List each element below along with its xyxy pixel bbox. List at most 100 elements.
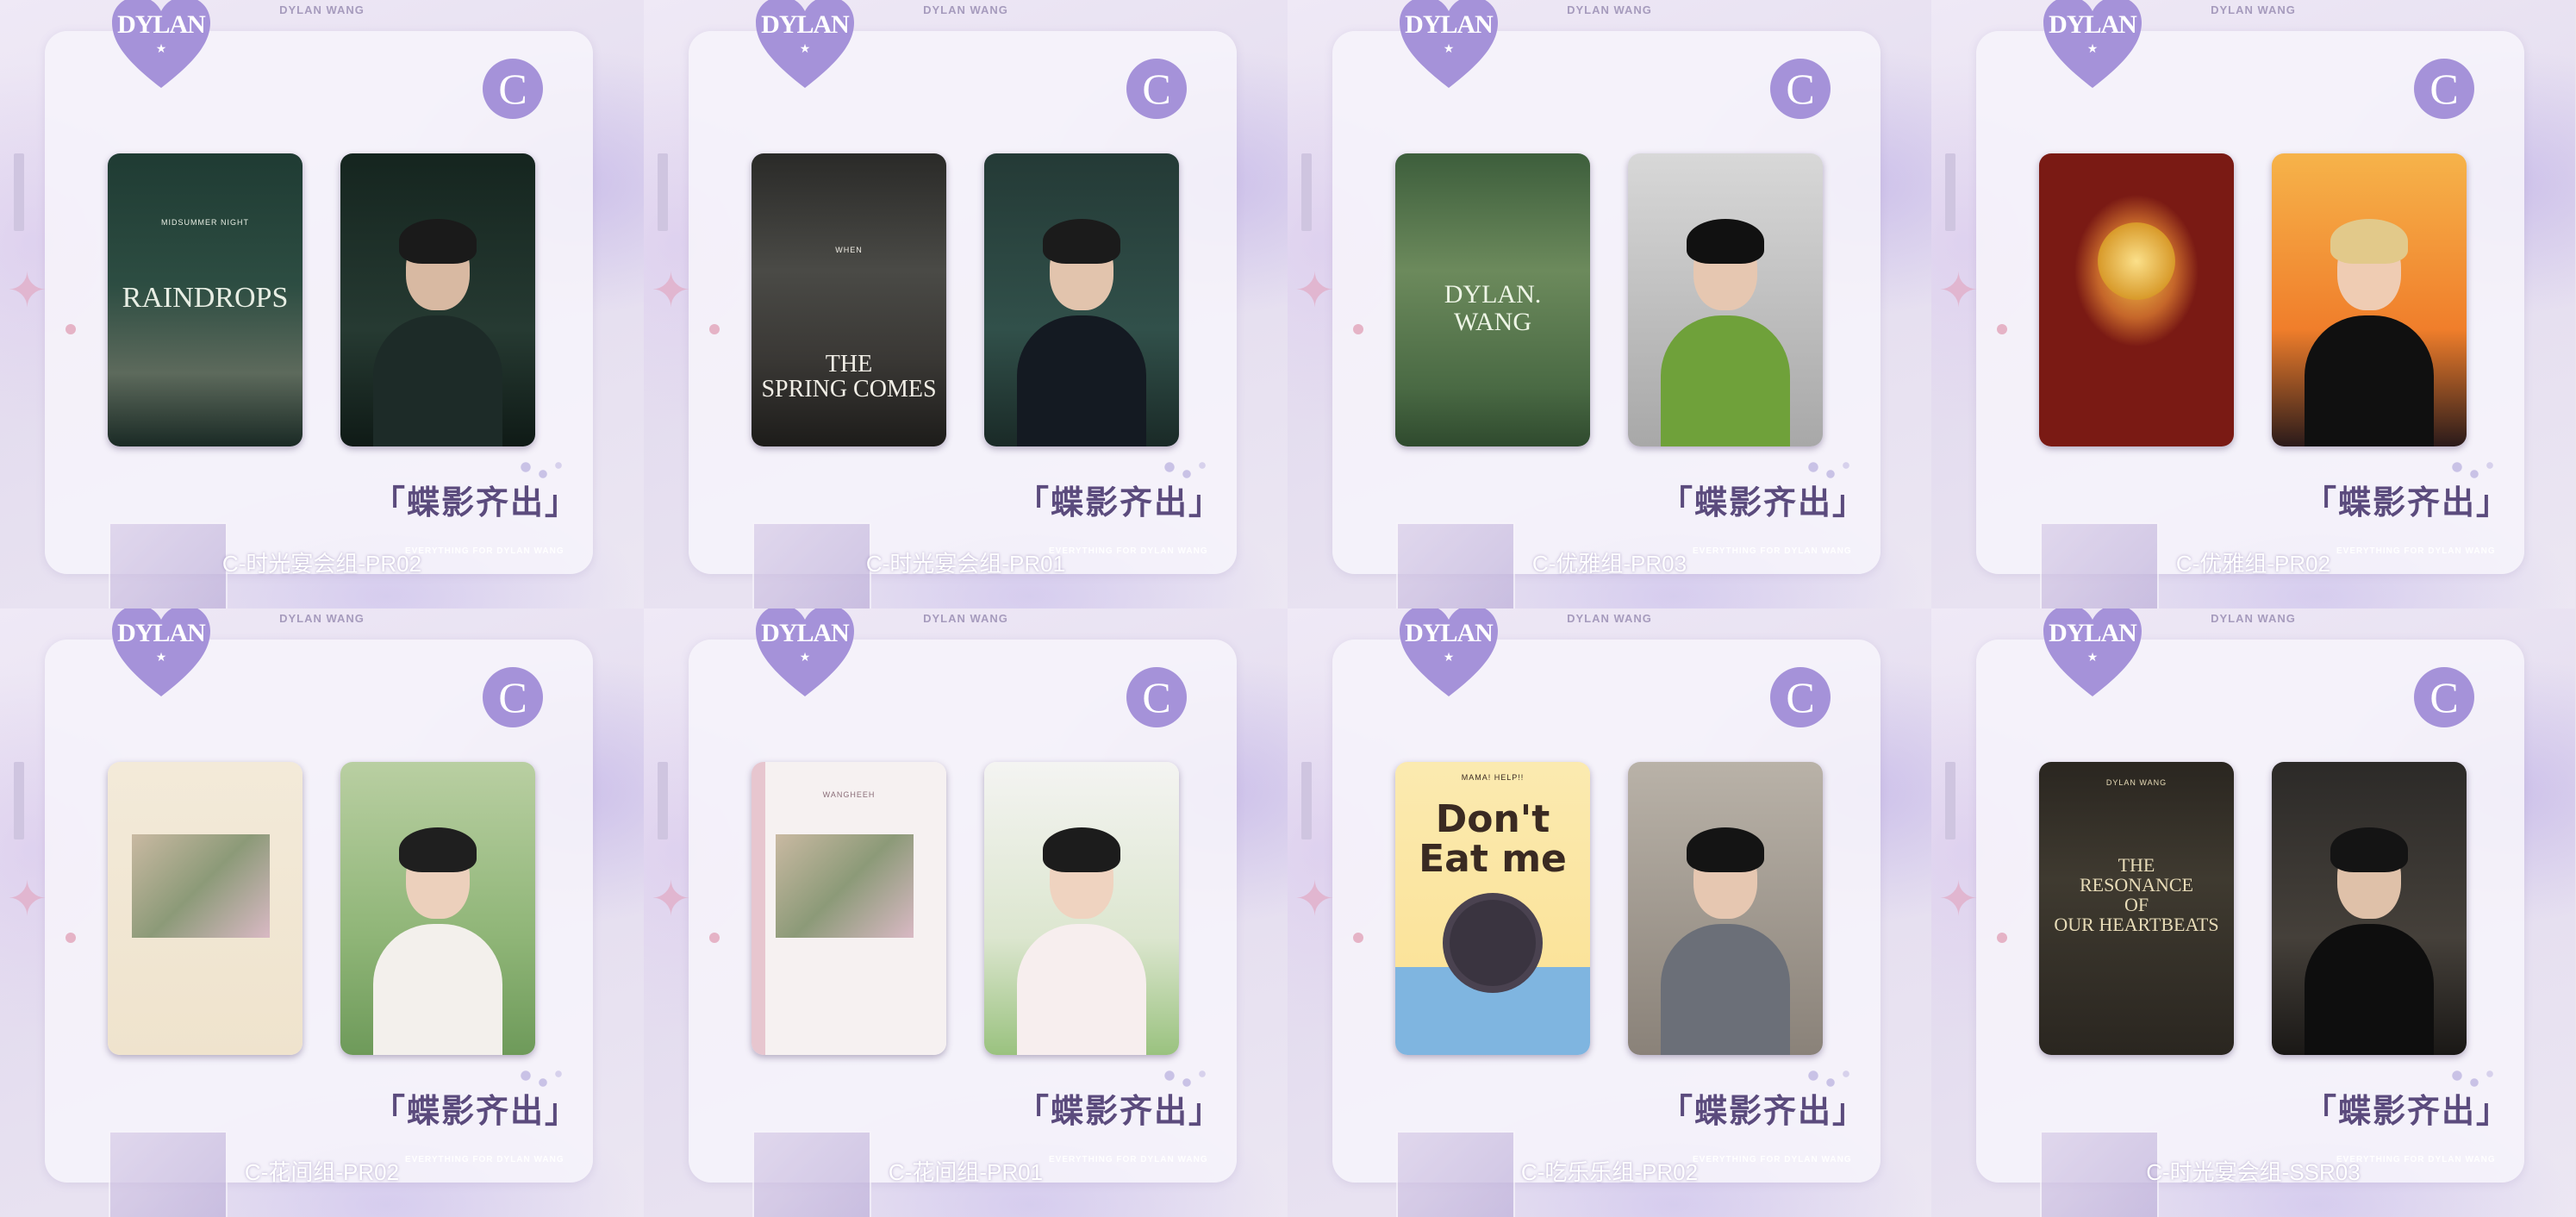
photocard-front: MIDSUMMER NIGHT RAINDROPS (108, 153, 303, 446)
portrait-body (1661, 924, 1790, 1055)
pink-dot (709, 324, 720, 334)
star-icon: ★ (2086, 41, 2099, 55)
dylan-heart-badge: DYLAN ★ (754, 0, 856, 91)
top-brand-text: DYLAN WANG (1567, 3, 1652, 16)
card-panel: DYLAN WANG ✦ DYLAN ★ C DYLAN WANG THE RESONANC… (1931, 608, 2575, 1217)
card-subtitle: MIDSUMMER NIGHT (161, 218, 249, 227)
side-label-strip (658, 153, 668, 231)
star-icon: ★ (1443, 650, 1455, 664)
dylan-heart-badge: DYLAN ★ (2042, 608, 2143, 700)
photocard-portrait (1628, 762, 1823, 1055)
sparkle-icon: ✦ (651, 263, 691, 317)
card-panel: DYLAN WANG ✦ DYLAN ★ C MIDSUMMER NIGHT RAINDRO… (0, 0, 644, 608)
heart-badge-text: DYLAN (1405, 619, 1494, 647)
top-brand-text: DYLAN WANG (923, 3, 1008, 16)
card-panel: DYLAN WANG ✦ DYLAN ★ C DYLAN. WANG 「蝶影齐出」 EVERY… (1288, 0, 1931, 608)
rank-badge: C (483, 59, 543, 119)
card-title: Don't Eat me (1419, 797, 1567, 882)
flower-photo (776, 834, 914, 938)
dylan-heart-badge: DYLAN ★ (2042, 0, 2143, 91)
portrait-body (1661, 315, 1790, 446)
card-title: RAINDROPS (122, 282, 289, 314)
dylan-heart-badge: DYLAN ★ (110, 608, 212, 700)
top-brand-text: DYLAN WANG (1567, 612, 1652, 625)
portrait-figure (373, 214, 502, 446)
photocard-portrait (2272, 762, 2467, 1055)
card-subtitle: WHEN (835, 246, 863, 254)
card-title: DYLAN. WANG (1444, 280, 1542, 336)
calligraphy-title: 「蝶影齐出」 (1660, 1091, 1868, 1130)
cookie-character (1450, 900, 1536, 986)
heart-badge-text: DYLAN (2049, 619, 2137, 647)
star-icon: ★ (155, 650, 167, 664)
panel-caption: C-花间组-PR01 (888, 1159, 1044, 1185)
photocard-front (108, 762, 303, 1055)
portrait-body (2305, 924, 2434, 1055)
heart-badge-text: DYLAN (2049, 10, 2137, 39)
side-label-strip (14, 762, 24, 839)
portrait-figure (1661, 822, 1790, 1055)
panel-caption: C-吃乐乐组-PR02 (1520, 1159, 1699, 1185)
portrait-hair (1687, 219, 1764, 264)
panel-caption: C-时光宴会组-PR01 (865, 551, 1066, 577)
dylan-heart-badge: DYLAN ★ (1398, 0, 1500, 91)
portrait-hair (1687, 827, 1764, 872)
rank-badge: C (2414, 59, 2474, 119)
photocard-portrait (340, 153, 535, 446)
portrait-figure (1017, 822, 1146, 1055)
side-label-strip (1301, 762, 1312, 839)
photocard-front: DYLAN WANG THE RESONANCE OF OUR HEARTBEAT… (2039, 762, 2234, 1055)
star-icon: ★ (799, 41, 811, 55)
photocard-front (2039, 153, 2234, 446)
photocard-portrait (984, 153, 1179, 446)
card-panel: DYLAN WANG ✦ DYLAN ★ C 「蝶影齐出」 EVERYTHING FOR D… (0, 608, 644, 1217)
rank-badge: C (1126, 667, 1187, 727)
dylan-heart-badge: DYLAN ★ (754, 608, 856, 700)
portrait-hair (1043, 219, 1120, 264)
card-subtitle: MAMA! HELP!! (1461, 773, 1525, 782)
calligraphy-title: 「蝶影齐出」 (372, 1091, 580, 1130)
portrait-hair (399, 827, 477, 872)
rank-badge: C (1126, 59, 1187, 119)
portrait-figure (373, 822, 502, 1055)
panel-caption: C-优雅组-PR03 (1531, 551, 1687, 577)
dylan-heart-badge: DYLAN ★ (1398, 608, 1500, 700)
calligraphy-title: 「蝶影齐出」 (1660, 483, 1868, 521)
pink-dot (709, 933, 720, 943)
rank-badge: C (1770, 667, 1831, 727)
heart-badge-text: DYLAN (117, 10, 206, 39)
dylan-heart-badge: DYLAN ★ (110, 0, 212, 91)
portrait-hair (2330, 219, 2408, 264)
calligraphy-title: 「蝶影齐出」 (1016, 483, 1224, 521)
heart-badge-text: DYLAN (761, 10, 850, 39)
star-icon: ★ (799, 650, 811, 664)
portrait-figure (2305, 214, 2434, 446)
card-panel: DYLAN WANG ✦ DYLAN ★ C WHEN THE SPRING COMES 「蝶… (644, 0, 1288, 608)
card-title: THE RESONANCE OF OUR HEARTBEATS (2054, 854, 2219, 936)
gold-emblem (2098, 222, 2175, 300)
calligraphy-title: 「蝶影齐出」 (2304, 483, 2511, 521)
sparkle-icon: ✦ (1294, 263, 1335, 317)
sparkle-icon: ✦ (1294, 871, 1335, 926)
calligraphy-title: 「蝶影齐出」 (1016, 1091, 1224, 1130)
portrait-figure (1661, 214, 1790, 446)
card-panel: DYLAN WANG ✦ DYLAN ★ C MAMA! HELP!! Don't Eat … (1288, 608, 1931, 1217)
pink-dot (1997, 324, 2007, 334)
star-icon: ★ (1443, 41, 1455, 55)
heart-badge-text: DYLAN (117, 619, 206, 647)
panel-caption: C-时光宴会组-SSR03 (2146, 1159, 2361, 1185)
portrait-figure (1017, 214, 1146, 446)
photocard-front: WANGHEEH (752, 762, 946, 1055)
panel-caption: C-优雅组-PR02 (2175, 551, 2331, 577)
portrait-hair (399, 219, 477, 264)
sparkle-icon: ✦ (7, 263, 47, 317)
photocard-front: DYLAN. WANG (1395, 153, 1590, 446)
panel-caption: C-时光宴会组-PR02 (221, 551, 422, 577)
side-label-strip (1301, 153, 1312, 231)
side-label-strip (1945, 762, 1955, 839)
rank-badge: C (1770, 59, 1831, 119)
portrait-hair (2330, 827, 2408, 872)
star-icon: ★ (2086, 650, 2099, 664)
sparkle-icon: ✦ (1938, 871, 1979, 926)
pink-dot (1353, 324, 1363, 334)
